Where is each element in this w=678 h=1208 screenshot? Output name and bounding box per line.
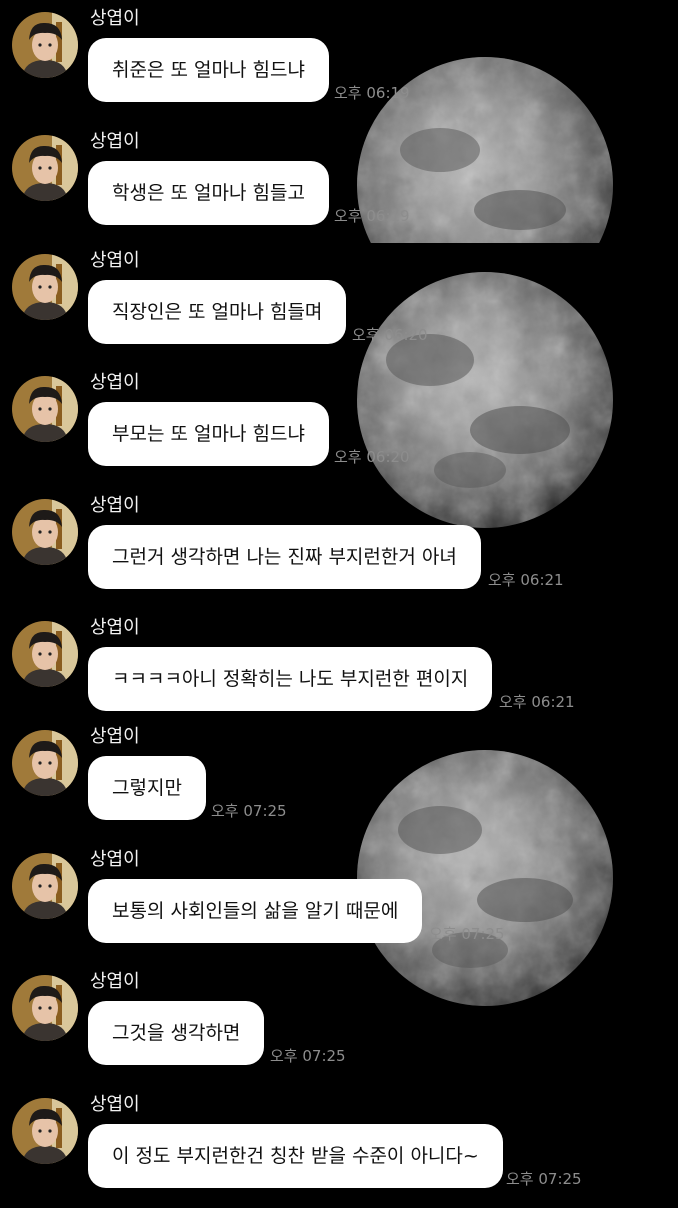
avatar[interactable] xyxy=(12,621,78,687)
message-bubble[interactable]: 취준은 또 얼마나 힘드냐 xyxy=(88,38,329,102)
message-time: 오후 07:25 xyxy=(429,925,505,943)
message-time: 오후 06:21 xyxy=(499,693,575,711)
message-bubble[interactable]: 부모는 또 얼마나 힘드냐 xyxy=(88,402,329,466)
message-time: 오후 06:21 xyxy=(488,571,564,589)
sender-name: 상엽이 xyxy=(90,617,140,638)
message-time: 오후 06:20 xyxy=(352,326,428,344)
chat-message: 상엽이 그것을 생각하면 오후 07:25 xyxy=(0,963,678,1085)
chat-message: 상엽이 ㅋㅋㅋㅋ아니 정확히는 나도 부지런한 편이지 오후 06:21 xyxy=(0,609,678,731)
profile-photo-icon xyxy=(12,621,78,687)
profile-photo-icon xyxy=(12,135,78,201)
sender-name: 상엽이 xyxy=(90,726,140,747)
profile-photo-icon xyxy=(12,12,78,78)
message-bubble[interactable]: 직장인은 또 얼마나 힘들며 xyxy=(88,280,347,344)
avatar[interactable] xyxy=(12,12,78,78)
message-time: 오후 07:25 xyxy=(506,1170,582,1188)
profile-photo-icon xyxy=(12,254,78,320)
message-bubble[interactable]: ㅋㅋㅋㅋ아니 정확히는 나도 부지런한 편이지 xyxy=(88,647,493,711)
sender-name: 상엽이 xyxy=(90,372,140,393)
profile-photo-icon xyxy=(12,499,78,565)
message-time: 오후 06:20 xyxy=(334,448,410,466)
avatar[interactable] xyxy=(12,975,78,1041)
message-time: 오후 06:19 xyxy=(334,207,410,225)
avatar[interactable] xyxy=(12,1098,78,1164)
sender-name: 상엽이 xyxy=(90,250,140,271)
message-time: 오후 06:19 xyxy=(334,84,410,102)
message-bubble[interactable]: 이 정도 부지런한건 칭찬 받을 수준이 아니다~ xyxy=(88,1124,503,1188)
message-bubble[interactable]: 그렇지만 xyxy=(88,756,206,820)
chat-message: 상엽이 학생은 또 얼마나 힘들고 오후 06:19 xyxy=(0,123,678,245)
chat-message: 상엽이 취준은 또 얼마나 힘드냐 오후 06:19 xyxy=(0,0,678,122)
profile-photo-icon xyxy=(12,853,78,919)
message-time: 오후 07:25 xyxy=(211,802,287,820)
avatar[interactable] xyxy=(12,730,78,796)
sender-name: 상엽이 xyxy=(90,1094,140,1115)
chat-message: 상엽이 부모는 또 얼마나 힘드냐 오후 06:20 xyxy=(0,364,678,486)
chat-message: 상엽이 보통의 사회인들의 삶을 알기 때문에 오후 07:25 xyxy=(0,841,678,963)
avatar[interactable] xyxy=(12,135,78,201)
chat-message: 상엽이 이 정도 부지런한건 칭찬 받을 수준이 아니다~ 오후 07:25 xyxy=(0,1086,678,1208)
chat-message: 상엽이 그렇지만 오후 07:25 xyxy=(0,718,678,840)
sender-name: 상엽이 xyxy=(90,495,140,516)
sender-name: 상엽이 xyxy=(90,849,140,870)
chat-message: 상엽이 직장인은 또 얼마나 힘들며 오후 06:20 xyxy=(0,242,678,364)
avatar[interactable] xyxy=(12,254,78,320)
sender-name: 상엽이 xyxy=(90,131,140,152)
message-time: 오후 07:25 xyxy=(270,1047,346,1065)
chat-message-list[interactable]: 상엽이 취준은 또 얼마나 힘드냐 오후 06:19 상엽이 학생은 또 얼마나… xyxy=(0,0,678,1200)
profile-photo-icon xyxy=(12,376,78,442)
profile-photo-icon xyxy=(12,730,78,796)
avatar[interactable] xyxy=(12,376,78,442)
avatar[interactable] xyxy=(12,499,78,565)
sender-name: 상엽이 xyxy=(90,8,140,29)
sender-name: 상엽이 xyxy=(90,971,140,992)
chat-message: 상엽이 그런거 생각하면 나는 진짜 부지런한거 아녀 오후 06:21 xyxy=(0,487,678,609)
message-bubble[interactable]: 학생은 또 얼마나 힘들고 xyxy=(88,161,329,225)
message-bubble[interactable]: 그런거 생각하면 나는 진짜 부지런한거 아녀 xyxy=(88,525,481,589)
profile-photo-icon xyxy=(12,1098,78,1164)
avatar[interactable] xyxy=(12,853,78,919)
message-bubble[interactable]: 그것을 생각하면 xyxy=(88,1001,265,1065)
profile-photo-icon xyxy=(12,975,78,1041)
message-bubble[interactable]: 보통의 사회인들의 삶을 알기 때문에 xyxy=(88,879,423,943)
